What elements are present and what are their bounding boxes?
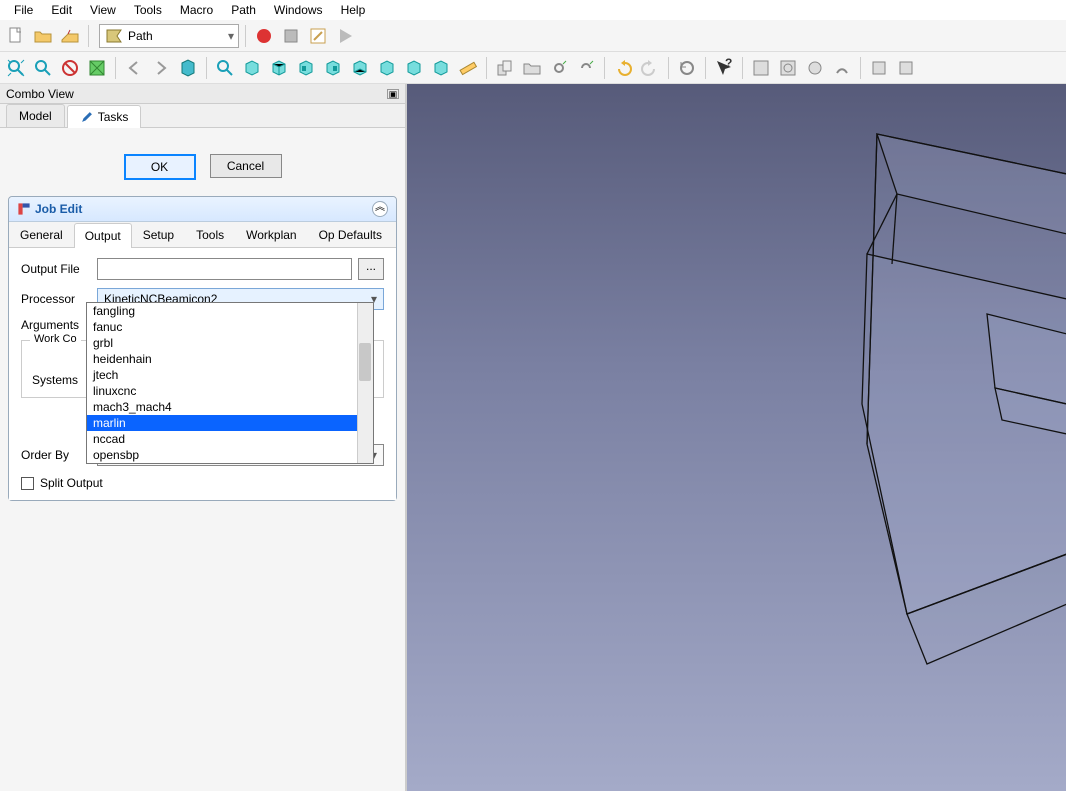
svg-text:?: ? (725, 58, 732, 70)
open-file-button[interactable] (31, 24, 55, 48)
link-array-button[interactable] (574, 56, 598, 80)
fit-selection-button[interactable] (31, 56, 55, 80)
menu-windows[interactable]: Windows (266, 1, 331, 19)
output-file-label: Output File (21, 262, 91, 276)
processor-option[interactable]: fangling (87, 303, 373, 319)
menu-view[interactable]: View (82, 1, 124, 19)
draft-button[interactable] (830, 56, 854, 80)
tab-tasks[interactable]: Tasks (67, 105, 142, 128)
combo-tabs: Model Tasks (0, 104, 405, 128)
processor-dropdown[interactable]: fangling fanuc grbl heidenhain jtech lin… (86, 302, 374, 464)
split-output-checkbox[interactable] (21, 477, 34, 490)
dropdown-scrollbar[interactable] (357, 303, 373, 463)
isometric-button[interactable] (213, 56, 237, 80)
arguments-label: Arguments (21, 318, 91, 332)
processor-option[interactable]: jtech (87, 367, 373, 383)
menu-file[interactable]: File (6, 1, 41, 19)
toolbar-main: Path ▾ (0, 20, 1066, 52)
draw-style-button[interactable] (58, 56, 82, 80)
tab-output[interactable]: Output (74, 223, 132, 248)
extra1-button[interactable] (867, 56, 891, 80)
tab-general[interactable]: General (9, 222, 74, 247)
output-file-input[interactable] (97, 258, 352, 280)
3d-viewport[interactable] (407, 84, 1066, 791)
processor-option[interactable]: opensbp (87, 447, 373, 463)
part-design-button[interactable] (749, 56, 773, 80)
view-rear-button[interactable] (321, 56, 345, 80)
menubar: File Edit View Tools Macro Path Windows … (0, 0, 1066, 20)
menu-path[interactable]: Path (223, 1, 264, 19)
view-iso2-button[interactable] (402, 56, 426, 80)
mesh-button[interactable] (803, 56, 827, 80)
nav-back-button[interactable] (122, 56, 146, 80)
model-wireframe (407, 84, 1066, 791)
work-coords-legend: Work Co (30, 333, 81, 345)
view-iso3-button[interactable] (429, 56, 453, 80)
macro-play-button[interactable] (333, 24, 357, 48)
processor-option[interactable]: linuxcnc (87, 383, 373, 399)
workbench-selector[interactable]: Path ▾ (99, 24, 239, 48)
ok-button[interactable]: OK (124, 154, 196, 180)
nav-forward-button[interactable] (149, 56, 173, 80)
menu-macro[interactable]: Macro (172, 1, 221, 19)
group-button[interactable] (493, 56, 517, 80)
workbench-label: Path (128, 29, 153, 43)
scrollbar-thumb[interactable] (359, 343, 371, 381)
tab-workplan[interactable]: Workplan (235, 222, 307, 247)
pencil-icon (80, 110, 94, 124)
job-tabs: General Output Setup Tools Workplan Op D… (9, 222, 396, 248)
path-workbench-icon (104, 26, 124, 46)
processor-option-highlighted[interactable]: marlin (87, 415, 373, 431)
macro-edit-button[interactable] (306, 24, 330, 48)
job-edit-title: Job Edit (35, 202, 82, 216)
tab-setup[interactable]: Setup (132, 222, 185, 247)
redo-button[interactable] (638, 56, 662, 80)
freecad-icon (17, 202, 31, 216)
processor-label: Processor (21, 292, 91, 306)
cancel-button[interactable]: Cancel (210, 154, 282, 178)
menu-tools[interactable]: Tools (126, 1, 170, 19)
folder-button[interactable] (520, 56, 544, 80)
link-subview-button[interactable] (176, 56, 200, 80)
view-bottom-button[interactable] (348, 56, 372, 80)
tab-tools[interactable]: Tools (185, 222, 235, 247)
undo-button[interactable] (611, 56, 635, 80)
measure-button[interactable] (456, 56, 480, 80)
whats-this-button[interactable]: ? (712, 56, 736, 80)
menu-edit[interactable]: Edit (43, 1, 80, 19)
processor-option[interactable]: grbl (87, 335, 373, 351)
tab-op-defaults[interactable]: Op Defaults (308, 222, 393, 247)
new-file-button[interactable] (4, 24, 28, 48)
split-output-label: Split Output (40, 476, 103, 490)
collapse-icon[interactable]: ︽ (372, 201, 388, 217)
processor-option[interactable]: mach3_mach4 (87, 399, 373, 415)
processor-option[interactable]: fanuc (87, 319, 373, 335)
browse-button[interactable]: ... (358, 258, 384, 280)
view-top-button[interactable] (267, 56, 291, 80)
view-right-button[interactable] (294, 56, 318, 80)
extra2-button[interactable] (894, 56, 918, 80)
menu-help[interactable]: Help (333, 1, 374, 19)
sketch-button[interactable] (776, 56, 800, 80)
chevron-down-icon: ▾ (228, 29, 234, 43)
macro-record-button[interactable] (252, 24, 276, 48)
view-left-button[interactable] (375, 56, 399, 80)
combo-view-title: Combo View (6, 87, 74, 101)
toolbar-view: ? (0, 52, 1066, 84)
tab-model[interactable]: Model (6, 104, 65, 127)
combo-view-header: Combo View ▣ (0, 84, 405, 104)
order-by-label: Order By (21, 448, 91, 462)
save-file-button[interactable] (58, 24, 82, 48)
view-front-button[interactable] (240, 56, 264, 80)
bounding-box-button[interactable] (85, 56, 109, 80)
popout-icon[interactable]: ▣ (387, 89, 399, 99)
refresh-button[interactable] (675, 56, 699, 80)
link-button[interactable] (547, 56, 571, 80)
macro-stop-button[interactable] (279, 24, 303, 48)
fit-all-button[interactable] (4, 56, 28, 80)
processor-option[interactable]: heidenhain (87, 351, 373, 367)
processor-option[interactable]: nccad (87, 431, 373, 447)
